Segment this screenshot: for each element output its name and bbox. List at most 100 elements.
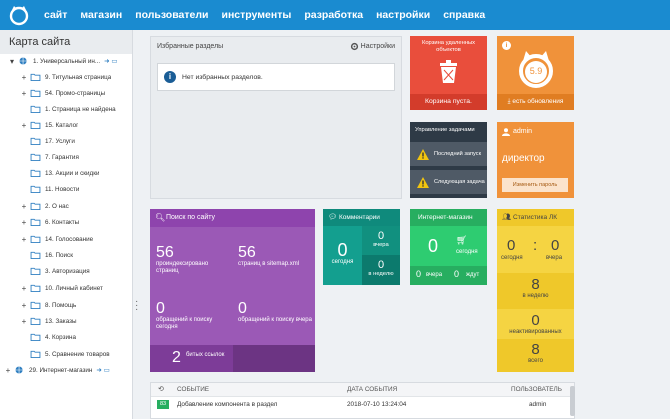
nav-site[interactable]: сайт <box>44 9 67 21</box>
tree-item[interactable]: 13. Акции и скидки <box>0 166 132 180</box>
nav-users[interactable]: пользователи <box>135 9 208 21</box>
folder-icon <box>30 169 41 177</box>
updates-link[interactable]: ⤓ есть обновления <box>497 94 574 110</box>
tree-item[interactable]: +54. Промо-страницы <box>0 86 132 100</box>
tree-item-label: 3. Авторизация <box>45 267 90 275</box>
stats-title: Статистика ЛК <box>513 214 557 221</box>
expand-toggle-icon[interactable]: + <box>20 218 28 227</box>
tree-item-label: 2. О нас <box>45 202 69 210</box>
netcat-logo-icon[interactable] <box>8 4 30 26</box>
tree-item[interactable]: 17. Услуги <box>0 134 132 148</box>
trash-widget[interactable]: Корзина удаленных объектов Корзина пуста… <box>410 36 487 110</box>
user-widget: admin директор Изменить пароль <box>497 122 574 198</box>
table-row[interactable]: 83 Добавление компонента в раздел 2018-0… <box>151 397 574 411</box>
tree-item[interactable]: 16. Поиск <box>0 248 132 262</box>
nav-tools[interactable]: инструменты <box>222 9 292 21</box>
tree-item[interactable]: 1. Страница не найдена <box>0 102 132 116</box>
search-widget-header: 🔍︎ Поиск по сайту <box>150 209 315 227</box>
scrollbar[interactable] <box>570 386 575 416</box>
stats-today-count: 0 <box>507 237 516 254</box>
expand-toggle-icon[interactable]: ▾ <box>8 57 16 66</box>
folder-icon <box>30 251 41 259</box>
favorites-settings-button[interactable]: Настройки <box>350 42 395 51</box>
favorites-empty-message: i Нет избранных разделов. <box>157 63 395 91</box>
tree-item[interactable]: +9. Титульная страница <box>0 70 132 84</box>
comment-icon: 💬︎ <box>328 214 337 221</box>
tree-item[interactable]: +10. Личный кабинет <box>0 281 132 295</box>
folder-icon <box>30 301 41 309</box>
nav-settings[interactable]: настройки <box>376 9 430 21</box>
site-search-widget: 🔍︎ Поиск по сайту 56 проиндексировано ст… <box>150 209 315 372</box>
broken-links-label: битых ссылок <box>186 352 225 358</box>
favorites-empty-text: Нет избранных разделов. <box>182 73 263 81</box>
tree-item[interactable]: 4. Корзина <box>0 330 132 344</box>
expand-toggle-icon[interactable]: + <box>20 284 28 293</box>
tree-item[interactable]: +14. Голосование <box>0 232 132 246</box>
tree-item[interactable]: 5. Сравнение товаров <box>0 347 132 361</box>
expand-toggle-icon[interactable]: + <box>20 121 28 130</box>
warning-icon <box>417 148 429 160</box>
go-to-section-icon[interactable]: ➜ ▭ <box>96 366 109 374</box>
search-today-count: 0 <box>156 300 165 317</box>
expand-toggle-icon[interactable]: + <box>20 235 28 244</box>
folder-icon <box>30 202 41 210</box>
tree-item-label: 7. Гарантия <box>45 153 79 161</box>
events-table-header: ⟲ СОБЫТИЕ ДАТА СОБЫТИЯ ПОЛЬЗОВАТЕЛЬ <box>151 383 574 397</box>
search-widget-title: Поиск по сайту <box>166 214 216 221</box>
stats-separator: : <box>533 237 538 254</box>
folder-icon <box>30 137 41 145</box>
folder-icon <box>30 317 41 325</box>
folder-icon <box>30 105 41 113</box>
globe-icon <box>15 366 23 374</box>
tree-item[interactable]: +8. Помощь <box>0 298 132 312</box>
folder-icon <box>30 153 41 161</box>
favorites-title: Избранные разделы <box>157 43 224 50</box>
settings-label: Настройки <box>360 43 395 50</box>
tree-item[interactable]: 11. Новости <box>0 182 132 196</box>
nav-help[interactable]: справка <box>443 9 485 21</box>
trash-status: Корзина пуста. <box>410 94 487 110</box>
indexed-pages-label: проиндексировано страниц <box>156 261 209 274</box>
users-icon: 👥︎ <box>502 214 511 221</box>
user-icon <box>502 128 510 136</box>
info-icon: i <box>502 41 511 50</box>
expand-toggle-icon[interactable]: + <box>20 301 28 310</box>
tree-item[interactable]: +6. Контакты <box>0 215 132 229</box>
comments-week-label: в неделю <box>368 271 394 277</box>
col-date: ДАТА СОБЫТИЯ <box>347 386 398 393</box>
tree-item[interactable]: +13. Заказы <box>0 314 132 328</box>
tree-item[interactable]: 7. Гарантия <box>0 150 132 164</box>
expand-toggle-icon[interactable]: + <box>20 202 28 211</box>
sidebar-resize-handle[interactable]: · · · <box>135 297 138 315</box>
stats-total-count: 8 <box>531 341 540 358</box>
update-widget[interactable]: i 5.9 ⤓ есть обновления <box>497 36 574 110</box>
tree-item[interactable]: 3. Авторизация <box>0 264 132 278</box>
folder-icon <box>30 121 41 129</box>
task-last-run[interactable]: Последний запуск <box>410 142 487 166</box>
shop-yesterday-count: 0 <box>416 269 422 279</box>
tree-item[interactable]: +29. Интернет-магазин ➜ ▭ <box>0 363 132 377</box>
shop-today-label: сегодня <box>456 249 478 255</box>
top-navigation-bar: сайт магазин пользователи инструменты ра… <box>0 0 670 30</box>
tree-item[interactable]: +2. О нас <box>0 199 132 213</box>
sidebar-title: Карта сайта <box>0 30 132 54</box>
tree-item-label: 13. Заказы <box>45 317 77 325</box>
expand-toggle-icon[interactable]: + <box>4 366 12 375</box>
shop-today-count: 0 <box>428 236 439 256</box>
tree-item[interactable]: ▾ 1. Универсальный ин... ➜ ▭ <box>0 54 132 68</box>
tree-item[interactable]: +15. Каталог <box>0 118 132 132</box>
nav-shop[interactable]: магазин <box>80 9 122 21</box>
folder-icon <box>30 235 41 243</box>
favorites-panel: Избранные разделы Настройки i Нет избран… <box>150 36 402 199</box>
task-next[interactable]: Следующая задача <box>410 170 487 194</box>
tree-item-label: 17. Услуги <box>45 137 75 145</box>
event-count-badge: 83 <box>157 400 169 409</box>
expand-toggle-icon[interactable]: + <box>20 73 28 82</box>
shop-yesterday-label: вчера <box>426 272 443 278</box>
expand-toggle-icon[interactable]: + <box>20 89 28 98</box>
go-to-section-icon[interactable]: ➜ ▭ <box>104 57 117 65</box>
nav-development[interactable]: разработка <box>304 9 363 21</box>
change-password-button[interactable]: Изменить пароль <box>502 178 568 192</box>
stats-inactive-count: 0 <box>531 312 540 329</box>
expand-toggle-icon[interactable]: + <box>20 317 28 326</box>
